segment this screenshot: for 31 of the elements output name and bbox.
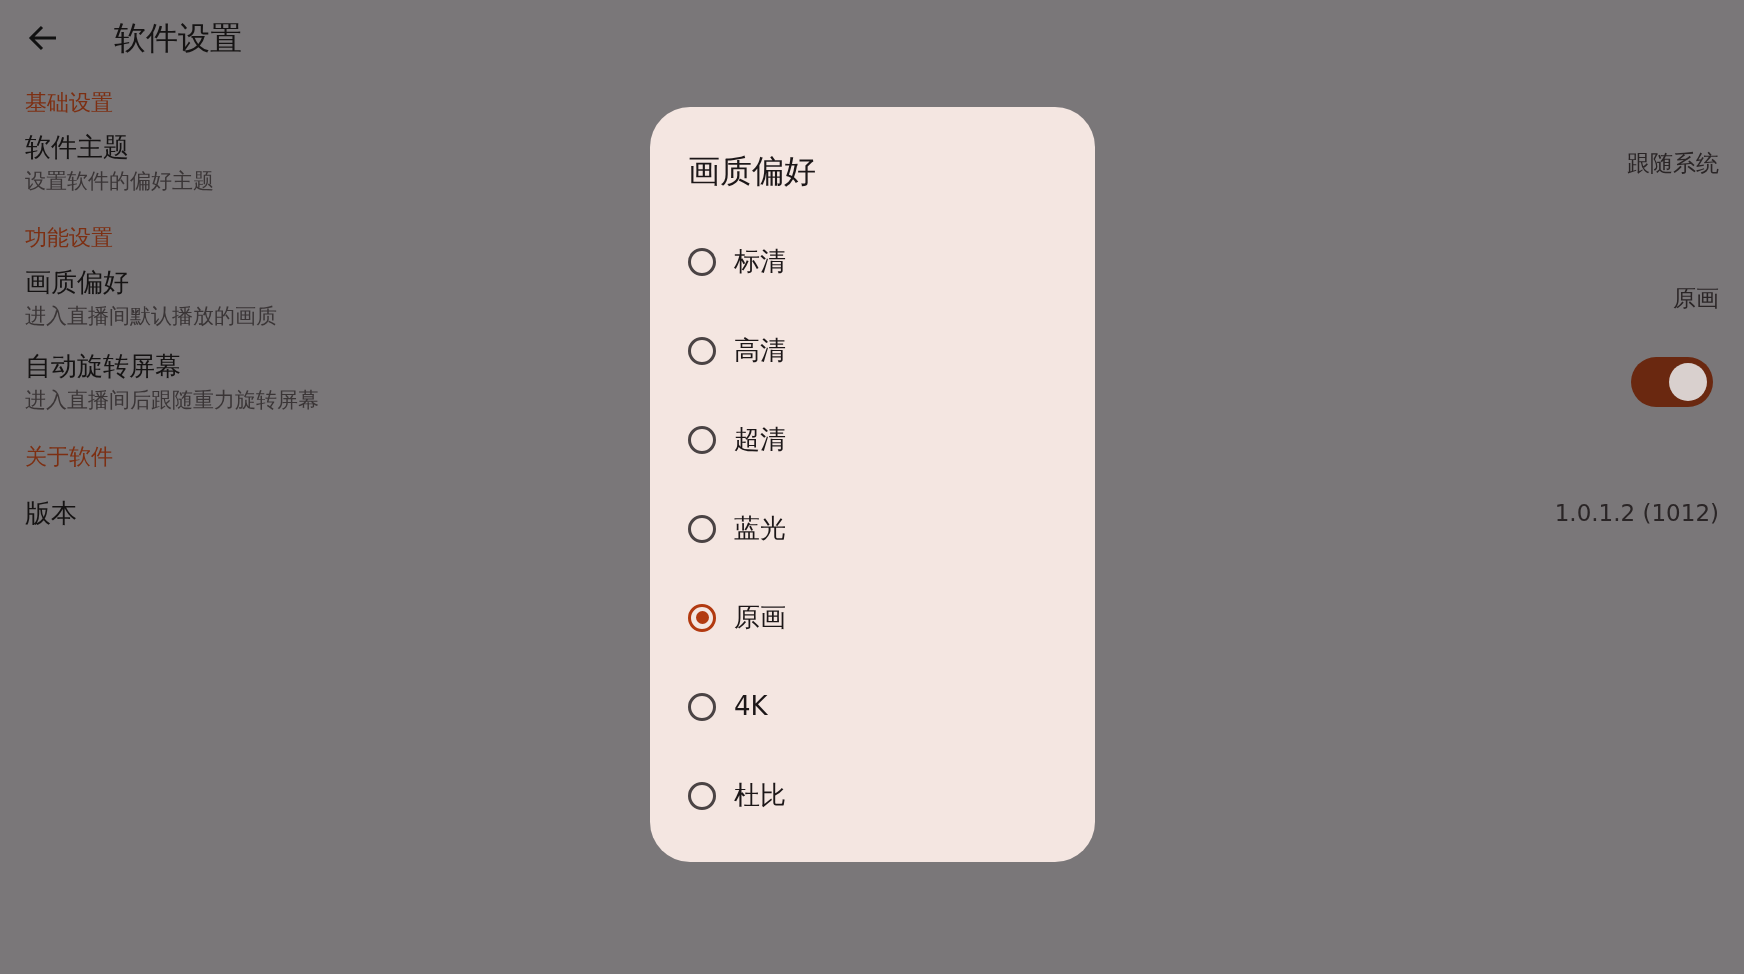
option-label[interactable]: 4K — [734, 687, 768, 726]
option-label[interactable]: 高清 — [734, 331, 786, 370]
option-label[interactable]: 原画 — [734, 598, 786, 637]
setting-subtitle: 进入直播间默认播放的画质 — [25, 303, 277, 330]
page-title: 软件设置 — [114, 18, 242, 59]
setting-title[interactable]: 自动旋转屏幕 — [25, 348, 319, 384]
dialog-title: 画质偏好 — [688, 151, 816, 192]
setting-title[interactable]: 版本 — [25, 495, 77, 531]
radio-button[interactable] — [688, 514, 716, 543]
option-label[interactable]: 杜比 — [734, 776, 786, 815]
radio-button[interactable] — [688, 781, 716, 810]
back-icon[interactable] — [28, 25, 58, 51]
radio-button[interactable] — [688, 603, 716, 632]
setting-value: 1.0.1.2 (1012) — [1554, 498, 1719, 528]
section-header: 功能设置 — [25, 225, 113, 250]
section-header: 关于软件 — [25, 444, 113, 469]
setting-title[interactable]: 画质偏好 — [25, 264, 277, 300]
option-label[interactable]: 蓝光 — [734, 509, 786, 548]
setting-value: 跟随系统 — [1627, 148, 1719, 178]
radio-button[interactable] — [688, 247, 716, 276]
setting-value: 原画 — [1673, 283, 1719, 313]
radio-button[interactable] — [688, 692, 716, 721]
radio-button[interactable] — [688, 425, 716, 454]
option-label[interactable]: 超清 — [734, 420, 786, 459]
setting-subtitle: 进入直播间后跟随重力旋转屏幕 — [25, 387, 319, 414]
setting-title[interactable]: 软件主题 — [25, 129, 214, 165]
section-header: 基础设置 — [25, 90, 113, 115]
radio-button[interactable] — [688, 336, 716, 365]
toggle-switch[interactable] — [1631, 357, 1713, 407]
setting-subtitle: 设置软件的偏好主题 — [25, 168, 214, 195]
option-label[interactable]: 标清 — [734, 242, 786, 281]
